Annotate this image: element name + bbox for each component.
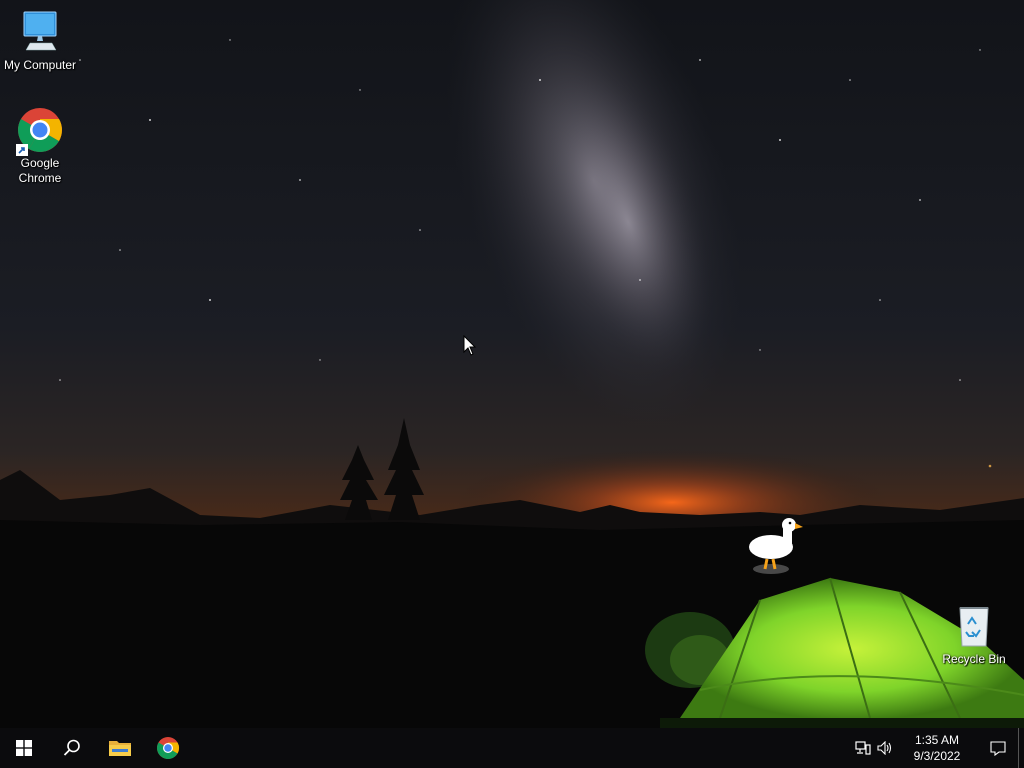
- system-tray: 1:35 AM 9/3/2022: [852, 728, 1024, 768]
- file-explorer-button[interactable]: [96, 728, 144, 768]
- mouse-cursor-icon: [463, 335, 477, 356]
- search-icon: [63, 739, 80, 756]
- folder-icon: [109, 741, 131, 756]
- show-desktop-button[interactable]: [1018, 728, 1024, 768]
- search-button[interactable]: [48, 728, 96, 768]
- chrome-icon: [16, 106, 64, 156]
- desktop-icon-label: Google Chrome: [18, 156, 62, 185]
- notification-icon: [990, 741, 1006, 756]
- desktop-icon-label: My Computer: [3, 58, 77, 72]
- desktop-icon-recycle-bin[interactable]: Recycle Bin: [934, 602, 1014, 667]
- network-button[interactable]: [852, 728, 874, 768]
- night-sky-camp-scene: [0, 0, 1024, 728]
- goose-icon: [749, 518, 803, 574]
- chrome-icon: [157, 737, 179, 759]
- computer-icon: [16, 8, 64, 56]
- shortcut-arrow-icon: [16, 144, 28, 156]
- clock-time: 1:35 AM: [914, 733, 960, 747]
- clock-date: 9/3/2022: [913, 749, 961, 763]
- desktop-icon-my-computer[interactable]: My Computer: [0, 8, 80, 73]
- start-button[interactable]: [0, 728, 48, 768]
- action-center-button[interactable]: [978, 728, 1018, 768]
- recycle-bin-icon: [950, 602, 998, 650]
- windows-logo-icon: [16, 740, 32, 756]
- desktop-wallpaper: [0, 0, 1024, 728]
- desktop-icon-label: Recycle Bin: [942, 652, 1006, 666]
- volume-button[interactable]: [874, 728, 896, 768]
- desktop-icon-google-chrome[interactable]: Google Chrome: [0, 106, 80, 186]
- speaker-icon: [877, 741, 892, 755]
- taskbar: 1:35 AM 9/3/2022: [0, 728, 1024, 768]
- taskbar-clock[interactable]: 1:35 AM 9/3/2022: [902, 732, 972, 764]
- network-icon: [855, 741, 871, 755]
- chrome-taskbar-button[interactable]: [144, 728, 192, 768]
